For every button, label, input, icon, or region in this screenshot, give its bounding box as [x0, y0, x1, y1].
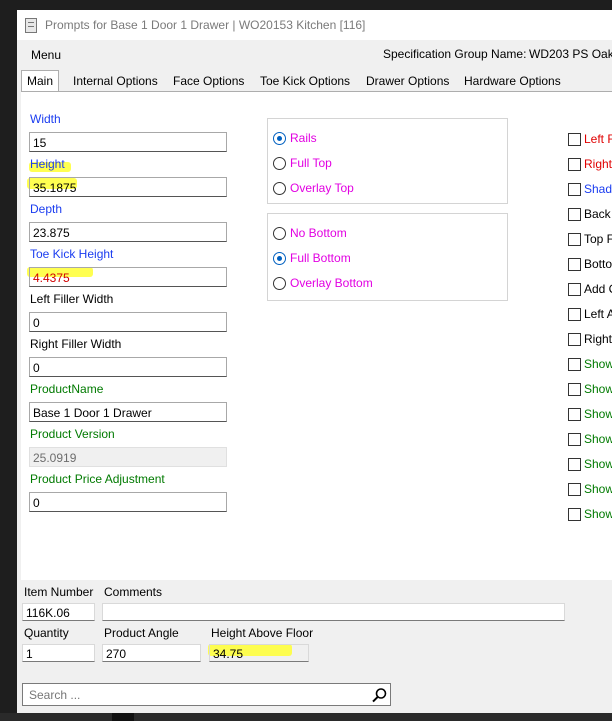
height-above-floor-label: Height Above Floor	[211, 626, 314, 640]
checkbox-icon	[568, 408, 581, 421]
checkbox-label: Left F	[584, 132, 612, 146]
checkbox-label: Left A	[584, 307, 612, 321]
menu-button[interactable]: Menu	[31, 48, 61, 62]
depth-field[interactable]: 23.875	[29, 222, 227, 242]
tab-drawer-options[interactable]: Drawer Options	[361, 72, 454, 90]
spec-group-label: Specification Group Name:	[383, 47, 527, 61]
width-label: Width	[30, 112, 61, 126]
radio-selected-icon	[273, 132, 286, 145]
checkbox-label: Right	[584, 332, 612, 346]
comments-field[interactable]	[102, 603, 565, 621]
radio-no-bottom-label: No Bottom	[290, 226, 347, 240]
checkbox-icon	[568, 208, 581, 221]
height-label: Height	[30, 157, 65, 171]
right-filler-width-field[interactable]: 0	[29, 357, 227, 377]
checkbox-icon	[568, 283, 581, 296]
title-bar: Prompts for Base 1 Door 1 Drawer | WO201…	[17, 10, 612, 40]
checkbox-label: Right	[584, 157, 612, 171]
depth-label: Depth	[30, 202, 63, 216]
comments-label: Comments	[104, 585, 163, 599]
top-option-group: Rails Full Top Overlay Top	[267, 118, 508, 204]
checkbox-icon	[568, 508, 581, 521]
checkbox-label: Show	[584, 507, 612, 521]
window-title: Prompts for Base 1 Door 1 Drawer | WO201…	[45, 18, 366, 32]
radio-full-bottom-label: Full Bottom	[290, 251, 351, 265]
product-version-label: Product Version	[30, 427, 115, 441]
checkbox-label: Back	[584, 207, 611, 221]
product-price-adjustment-label: Product Price Adjustment	[30, 472, 165, 486]
radio-icon	[273, 277, 286, 290]
checkbox-icon	[568, 358, 581, 371]
product-angle-field[interactable]: 270	[102, 644, 201, 662]
right-filler-width-label: Right Filler Width	[30, 337, 122, 351]
radio-full-top-label: Full Top	[290, 156, 332, 170]
item-number-field[interactable]: 116K.06	[22, 603, 95, 621]
checkbox-icon	[568, 308, 581, 321]
checkbox-label: Show	[584, 407, 612, 421]
taskbar-strip	[0, 713, 612, 721]
product-version-field: 25.0919	[29, 447, 227, 467]
radio-icon	[273, 227, 286, 240]
checkbox-label: Show	[584, 432, 612, 446]
checkbox-icon	[568, 183, 581, 196]
checkbox-icon	[568, 383, 581, 396]
radio-overlay-bottom-label: Overlay Bottom	[290, 276, 373, 290]
taskbar-block	[112, 713, 134, 721]
main-tab-panel: Width 15 Height 35.1875 Depth 23.875 Toe…	[21, 91, 612, 580]
tab-main[interactable]: Main	[21, 70, 60, 92]
checkbox-label: Botto	[584, 257, 612, 271]
checkbox-icon	[568, 483, 581, 496]
document-icon	[25, 18, 37, 33]
radio-rails-label: Rails	[290, 131, 317, 145]
toe-kick-height-label: Toe Kick Height	[30, 247, 114, 261]
checkbox-icon	[568, 158, 581, 171]
toe-kick-height-field[interactable]: 4.4375	[29, 267, 227, 287]
item-number-label: Item Number	[24, 585, 94, 599]
checkbox-icon	[568, 133, 581, 146]
checkbox-icon	[568, 258, 581, 271]
checkbox-icon	[568, 233, 581, 246]
product-name-field[interactable]: Base 1 Door 1 Drawer	[29, 402, 227, 422]
spec-group-value: WD203 PS Oak	[529, 47, 612, 61]
checkbox-icon	[568, 458, 581, 471]
checkbox-label: Show	[584, 382, 612, 396]
tab-hardware-options[interactable]: Hardware Options	[459, 72, 566, 90]
checkbox-label: Show	[584, 482, 612, 496]
checkbox-label: Add C	[584, 282, 612, 296]
width-field[interactable]: 15	[29, 132, 227, 152]
product-angle-label: Product Angle	[104, 626, 179, 640]
radio-overlay-top-label: Overlay Top	[290, 181, 354, 195]
tab-toe-kick-options[interactable]: Toe Kick Options	[255, 72, 355, 90]
radio-selected-icon	[273, 252, 286, 265]
search-input[interactable]	[25, 686, 369, 703]
height-field[interactable]: 35.1875	[29, 177, 227, 197]
checkbox-label: Show	[584, 357, 612, 371]
height-above-floor-field[interactable]: 34.75	[209, 644, 309, 662]
radio-icon	[273, 157, 286, 170]
prompts-window: Prompts for Base 1 Door 1 Drawer | WO201…	[17, 10, 612, 713]
product-name-label: ProductName	[30, 382, 104, 396]
search-box	[22, 683, 391, 706]
radio-icon	[273, 182, 286, 195]
left-filler-width-field[interactable]: 0	[29, 312, 227, 332]
checkbox-label: Show	[584, 457, 612, 471]
search-icon[interactable]	[371, 687, 388, 704]
checkbox-icon	[568, 433, 581, 446]
checkbox-icon	[568, 333, 581, 346]
bottom-option-group: No Bottom Full Bottom Overlay Bottom	[267, 213, 508, 301]
checkbox-label: Shado	[584, 182, 612, 196]
tab-face-options[interactable]: Face Options	[168, 72, 249, 90]
quantity-field[interactable]: 1	[22, 644, 95, 662]
tab-internal-options[interactable]: Internal Options	[68, 72, 163, 90]
product-price-adjustment-field[interactable]: 0	[29, 492, 227, 512]
checkbox-label: Top F	[584, 232, 612, 246]
quantity-label: Quantity	[24, 626, 69, 640]
left-filler-width-label: Left Filler Width	[30, 292, 114, 306]
